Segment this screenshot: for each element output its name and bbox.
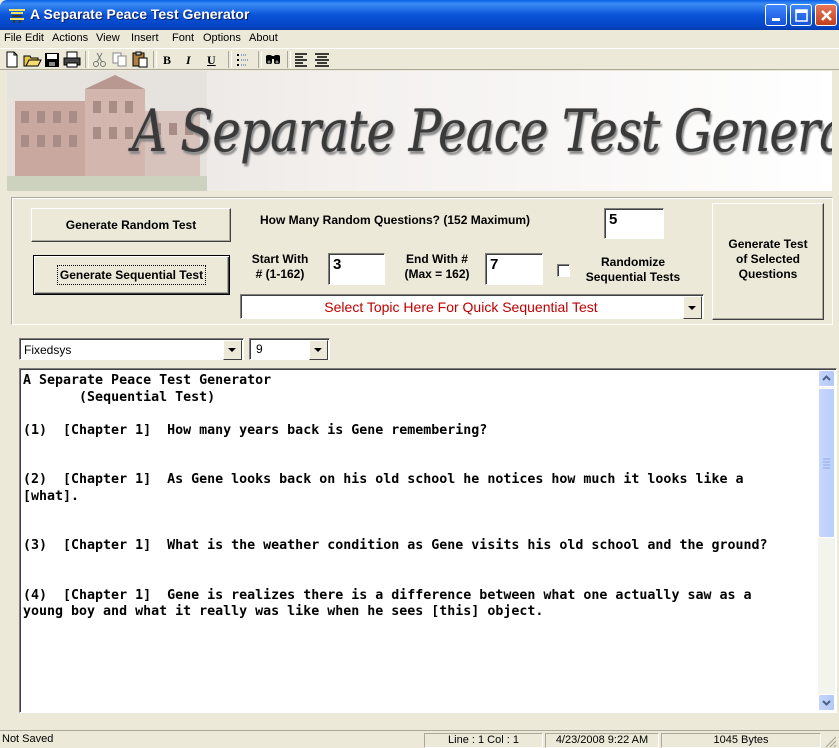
- bullets-icon[interactable]: [234, 50, 254, 69]
- start-with-input[interactable]: 3: [328, 253, 385, 285]
- font-size-select[interactable]: 9: [249, 338, 330, 360]
- generate-random-button[interactable]: Generate Random Test: [31, 208, 231, 242]
- font-name-value: Fixedsys: [24, 343, 72, 357]
- start-with-label-line2: # (1-162): [255, 267, 305, 281]
- resize-grip-icon[interactable]: [823, 734, 837, 748]
- generate-sequential-button[interactable]: Generate Sequential Test: [33, 255, 230, 295]
- chevron-up-icon: [822, 375, 831, 381]
- grip-icon: [823, 458, 830, 469]
- menu-view[interactable]: View: [96, 32, 120, 44]
- save-status: Not Saved: [2, 733, 54, 745]
- cut-icon[interactable]: [90, 50, 110, 69]
- editor-content[interactable]: A Separate Peace Test Generator (Sequent…: [23, 373, 798, 621]
- align-center-icon[interactable]: [312, 50, 332, 69]
- underline-icon[interactable]: U: [207, 53, 216, 68]
- generate-selected-line2: of Selected: [735, 252, 801, 266]
- topic-select[interactable]: Select Topic Here For Quick Sequential T…: [240, 294, 704, 319]
- chevron-down-icon: [822, 700, 831, 706]
- scroll-down-button[interactable]: [818, 694, 835, 711]
- vertical-scrollbar[interactable]: [818, 370, 835, 711]
- randomize-label-line1: Randomize: [600, 255, 665, 269]
- font-size-value: 9: [256, 342, 263, 356]
- maximize-button[interactable]: [790, 4, 812, 26]
- italic-icon[interactable]: I: [186, 53, 191, 68]
- end-with-label-line2: (Max = 162): [404, 267, 470, 281]
- maximize-icon: [795, 9, 808, 22]
- toolbar-separator: [85, 51, 89, 68]
- toolbar-separator: [258, 51, 262, 68]
- save-icon[interactable]: [42, 50, 62, 69]
- scroll-up-button[interactable]: [818, 370, 835, 387]
- new-document-icon[interactable]: [2, 50, 22, 69]
- minimize-icon: [772, 18, 780, 21]
- menu-actions[interactable]: Actions: [52, 32, 88, 44]
- cursor-position: Line : 1 Col : 1: [424, 733, 543, 748]
- generate-selected-button[interactable]: Generate Test of Selected Questions: [712, 203, 824, 320]
- editor-textarea[interactable]: A Separate Peace Test Generator (Sequent…: [19, 368, 837, 713]
- menu-font[interactable]: Font: [172, 32, 194, 44]
- scroll-thumb[interactable]: [818, 388, 835, 538]
- bold-icon[interactable]: B: [163, 53, 171, 68]
- menu-options[interactable]: Options: [203, 32, 241, 44]
- menu-about[interactable]: About: [249, 32, 278, 44]
- close-button[interactable]: [815, 4, 837, 26]
- banner: A Separate Peace Test Generator: [7, 71, 832, 191]
- toolbar-separator: [228, 51, 232, 68]
- menu-bar: File Edit Actions View Insert Font Optio…: [0, 30, 839, 48]
- randomize-checkbox[interactable]: [557, 264, 570, 277]
- font-name-select[interactable]: Fixedsys: [19, 338, 244, 360]
- date-time: 4/23/2008 9:22 AM: [545, 733, 659, 748]
- how-many-input[interactable]: 5: [604, 208, 664, 239]
- chevron-down-icon[interactable]: [309, 340, 328, 360]
- close-icon: [821, 10, 832, 21]
- title-bar[interactable]: A Separate Peace Test Generator: [0, 0, 839, 30]
- open-folder-icon[interactable]: [22, 50, 42, 69]
- print-icon[interactable]: [62, 50, 82, 69]
- end-with-label-line1: End With #: [406, 252, 468, 266]
- menu-file[interactable]: File: [4, 32, 22, 44]
- end-with-input[interactable]: 7: [485, 253, 543, 285]
- status-bar: Not Saved Line : 1 Col : 1 4/23/2008 9:2…: [0, 730, 839, 748]
- copy-icon[interactable]: [110, 50, 130, 69]
- end-with-label: End With # (Max = 162): [397, 252, 477, 282]
- menu-edit[interactable]: Edit: [25, 32, 44, 44]
- randomize-label: Randomize Sequential Tests: [577, 255, 689, 285]
- banner-title: A Separate Peace Test Generator: [132, 97, 832, 165]
- app-pagoda-icon[interactable]: [8, 7, 26, 23]
- chevron-down-icon[interactable]: [223, 340, 242, 360]
- controls-panel: Generate Random Test How Many Random Que…: [11, 197, 833, 325]
- menu-insert[interactable]: Insert: [131, 32, 159, 44]
- start-with-label-line1: Start With: [251, 252, 309, 266]
- generate-selected-line3: Questions: [738, 267, 798, 281]
- generate-selected-line1: Generate Test: [728, 237, 808, 251]
- how-many-label: How Many Random Questions? (152 Maximum): [260, 213, 531, 227]
- toolbar-separator: [287, 51, 291, 68]
- generate-sequential-label: Generate Sequential Test: [56, 265, 207, 285]
- randomize-label-line2: Sequential Tests: [585, 270, 681, 284]
- paste-icon[interactable]: [130, 50, 150, 69]
- chevron-down-icon[interactable]: [683, 296, 702, 319]
- window-title: A Separate Peace Test Generator: [30, 6, 250, 22]
- toolbar-separator: [153, 51, 157, 68]
- align-left-icon[interactable]: [292, 50, 312, 69]
- find-icon[interactable]: [263, 50, 283, 69]
- start-with-label: Start With # (1-162): [250, 252, 310, 282]
- file-size: 1045 Bytes: [661, 733, 821, 748]
- topic-select-value: Select Topic Here For Quick Sequential T…: [324, 299, 598, 315]
- toolbar: B I U: [0, 48, 839, 70]
- minimize-button[interactable]: [765, 4, 787, 26]
